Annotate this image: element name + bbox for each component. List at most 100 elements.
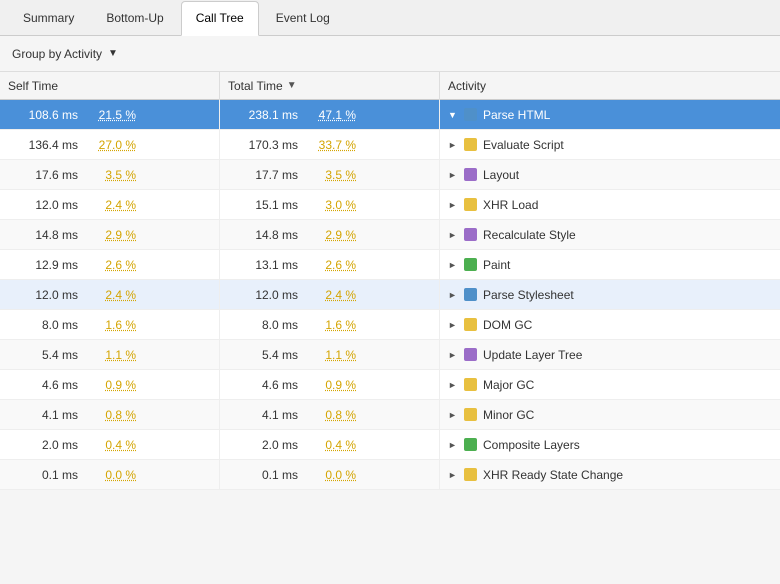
cell-self-time: 12.9 ms 2.6 % — [0, 250, 220, 279]
tab-bottom-up[interactable]: Bottom-Up — [91, 0, 178, 35]
expand-arrow[interactable]: ► — [448, 200, 458, 210]
expand-arrow[interactable]: ► — [448, 140, 458, 150]
total-time-percent: 0.9 % — [306, 378, 356, 392]
self-time-percent: 2.4 % — [86, 198, 136, 212]
header-total-time[interactable]: Total Time ▼ — [220, 72, 440, 100]
table-row[interactable]: 4.1 ms 0.8 % 4.1 ms 0.8 % ► Minor GC — [0, 400, 780, 430]
expand-arrow[interactable]: ▼ — [448, 110, 458, 120]
tab-call-tree[interactable]: Call Tree — [181, 1, 259, 36]
total-time-percent: 47.1 % — [306, 108, 356, 122]
cell-activity: ► XHR Ready State Change — [440, 460, 780, 489]
table-row[interactable]: 4.6 ms 0.9 % 4.6 ms 0.9 % ► Major GC — [0, 370, 780, 400]
total-time-value: 8.0 ms — [228, 318, 298, 332]
total-time-percent: 33.7 % — [306, 138, 356, 152]
cell-total-time: 4.1 ms 0.8 % — [220, 400, 440, 429]
total-time-value: 238.1 ms — [228, 108, 298, 122]
cell-self-time: 4.6 ms 0.9 % — [0, 370, 220, 399]
self-time-percent: 3.5 % — [86, 168, 136, 182]
activity-content: ► Update Layer Tree — [448, 348, 582, 362]
self-time-percent: 1.6 % — [86, 318, 136, 332]
total-time-percent: 2.4 % — [306, 288, 356, 302]
table-row[interactable]: 5.4 ms 1.1 % 5.4 ms 1.1 % ► Update Layer… — [0, 340, 780, 370]
activity-name: XHR Ready State Change — [483, 468, 623, 482]
table-row[interactable]: 8.0 ms 1.6 % 8.0 ms 1.6 % ► DOM GC — [0, 310, 780, 340]
total-time-percent: 1.6 % — [306, 318, 356, 332]
self-time-percent: 2.6 % — [86, 258, 136, 272]
cell-total-time: 15.1 ms 3.0 % — [220, 190, 440, 219]
total-time-value: 4.1 ms — [228, 408, 298, 422]
cell-activity: ▼ Parse HTML — [440, 100, 780, 129]
expand-arrow[interactable]: ► — [448, 440, 458, 450]
cell-activity: ► XHR Load — [440, 190, 780, 219]
expand-arrow[interactable]: ► — [448, 410, 458, 420]
total-time-value: 15.1 ms — [228, 198, 298, 212]
self-time-percent: 21.5 % — [86, 108, 136, 122]
expand-arrow[interactable]: ► — [448, 260, 458, 270]
cell-self-time: 8.0 ms 1.6 % — [0, 310, 220, 339]
group-by-bar: Group by Activity ▼ — [0, 36, 780, 72]
total-time-value: 4.6 ms — [228, 378, 298, 392]
total-time-value: 0.1 ms — [228, 468, 298, 482]
total-time-percent: 0.8 % — [306, 408, 356, 422]
table-row[interactable]: 2.0 ms 0.4 % 2.0 ms 0.4 % ► Composite La… — [0, 430, 780, 460]
activity-name: Paint — [483, 258, 510, 272]
table-row[interactable]: 136.4 ms 27.0 % 170.3 ms 33.7 % ► Evalua… — [0, 130, 780, 160]
expand-arrow[interactable]: ► — [448, 230, 458, 240]
total-time-percent: 3.5 % — [306, 168, 356, 182]
self-time-value: 4.6 ms — [8, 378, 78, 392]
cell-activity: ► Update Layer Tree — [440, 340, 780, 369]
activity-name: Parse HTML — [483, 108, 550, 122]
self-time-value: 14.8 ms — [8, 228, 78, 242]
cell-self-time: 5.4 ms 1.1 % — [0, 340, 220, 369]
expand-arrow[interactable]: ► — [448, 290, 458, 300]
self-time-value: 5.4 ms — [8, 348, 78, 362]
table-row[interactable]: 17.6 ms 3.5 % 17.7 ms 3.5 % ► Layout — [0, 160, 780, 190]
self-time-percent: 1.1 % — [86, 348, 136, 362]
activity-content: ► Composite Layers — [448, 438, 580, 452]
cell-activity: ► Minor GC — [440, 400, 780, 429]
expand-arrow[interactable]: ► — [448, 350, 458, 360]
total-time-percent: 2.6 % — [306, 258, 356, 272]
cell-activity: ► Paint — [440, 250, 780, 279]
table-row[interactable]: 108.6 ms 21.5 % 238.1 ms 47.1 % ▼ Parse … — [0, 100, 780, 130]
activity-color-dot — [464, 138, 477, 151]
tab-summary[interactable]: Summary — [8, 0, 89, 35]
expand-arrow[interactable]: ► — [448, 380, 458, 390]
expand-arrow[interactable]: ► — [448, 170, 458, 180]
table-row[interactable]: 0.1 ms 0.0 % 0.1 ms 0.0 % ► XHR Ready St… — [0, 460, 780, 490]
activity-color-dot — [464, 288, 477, 301]
activity-content: ► XHR Load — [448, 198, 538, 212]
expand-arrow[interactable]: ► — [448, 470, 458, 480]
cell-self-time: 108.6 ms 21.5 % — [0, 100, 220, 129]
self-time-percent: 2.4 % — [86, 288, 136, 302]
expand-arrow[interactable]: ► — [448, 320, 458, 330]
cell-total-time: 170.3 ms 33.7 % — [220, 130, 440, 159]
cell-total-time: 14.8 ms 2.9 % — [220, 220, 440, 249]
table-row[interactable]: 12.0 ms 2.4 % 15.1 ms 3.0 % ► XHR Load — [0, 190, 780, 220]
cell-activity: ► Composite Layers — [440, 430, 780, 459]
group-by-label: Group by Activity — [12, 47, 102, 61]
activity-content: ► DOM GC — [448, 318, 532, 332]
self-time-value: 17.6 ms — [8, 168, 78, 182]
cell-activity: ► Major GC — [440, 370, 780, 399]
activity-color-dot — [464, 168, 477, 181]
activity-name: Parse Stylesheet — [483, 288, 574, 302]
cell-total-time: 5.4 ms 1.1 % — [220, 340, 440, 369]
cell-total-time: 8.0 ms 1.6 % — [220, 310, 440, 339]
activity-content: ► Parse Stylesheet — [448, 288, 574, 302]
tab-event-log[interactable]: Event Log — [261, 0, 345, 35]
table-row[interactable]: 12.9 ms 2.6 % 13.1 ms 2.6 % ► Paint — [0, 250, 780, 280]
self-time-value: 108.6 ms — [8, 108, 78, 122]
cell-self-time: 14.8 ms 2.9 % — [0, 220, 220, 249]
cell-activity: ► Layout — [440, 160, 780, 189]
table-row[interactable]: 12.0 ms 2.4 % 12.0 ms 2.4 % ► Parse Styl… — [0, 280, 780, 310]
group-by-dropdown-arrow[interactable]: ▼ — [108, 48, 118, 59]
header-self-time[interactable]: Self Time — [0, 72, 220, 100]
cell-self-time: 136.4 ms 27.0 % — [0, 130, 220, 159]
self-time-value: 8.0 ms — [8, 318, 78, 332]
self-time-value: 136.4 ms — [8, 138, 78, 152]
table-row[interactable]: 14.8 ms 2.9 % 14.8 ms 2.9 % ► Recalculat… — [0, 220, 780, 250]
activity-content: ► Layout — [448, 168, 519, 182]
activity-color-dot — [464, 198, 477, 211]
activity-color-dot — [464, 378, 477, 391]
